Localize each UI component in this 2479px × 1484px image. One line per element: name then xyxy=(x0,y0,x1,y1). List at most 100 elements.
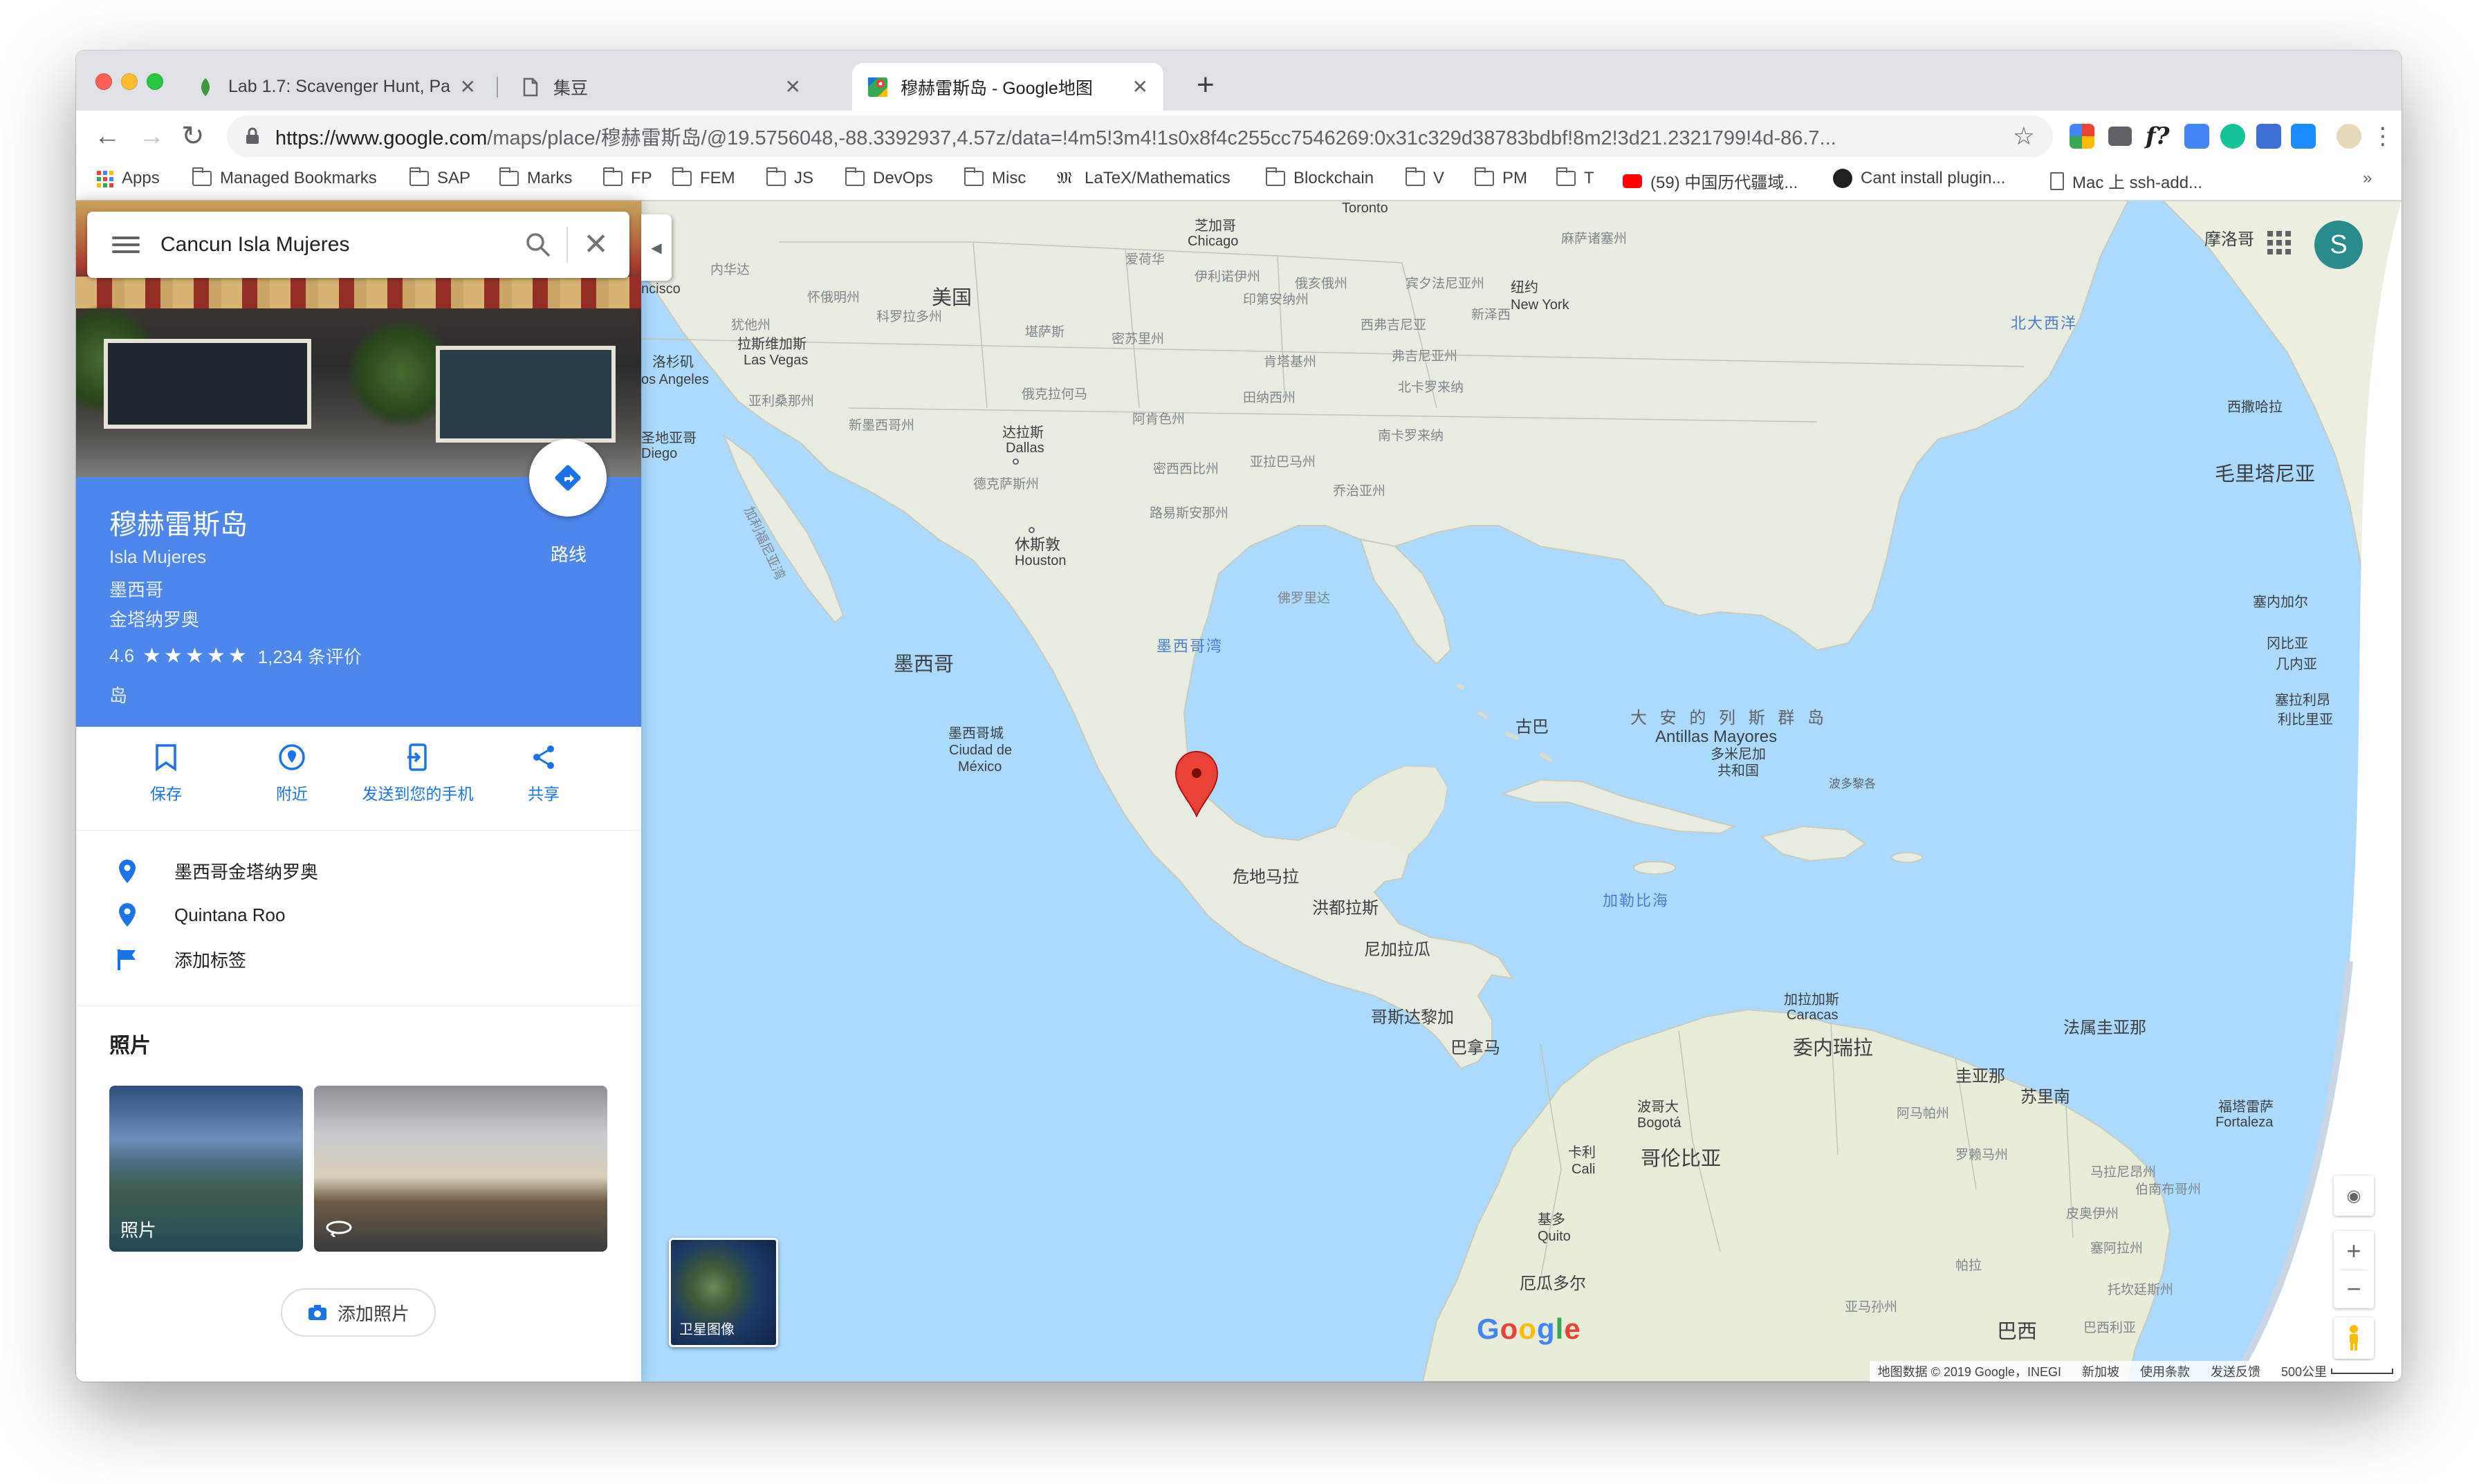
search-icon[interactable] xyxy=(525,232,551,258)
map-label-maranhao[interactable]: 马拉尼昂州 xyxy=(2090,1165,2156,1180)
city-dot-dallas[interactable] xyxy=(1013,458,1019,465)
photo-thumbnail[interactable]: 照片 xyxy=(109,1086,303,1252)
reload-button[interactable]: ↻ xyxy=(181,119,205,154)
map-label-amazonas[interactable]: 亚马孙州 xyxy=(1845,1300,1897,1315)
maximize-window-button[interactable] xyxy=(147,73,163,90)
map-label-suriname[interactable]: 苏里南 xyxy=(2020,1088,2070,1107)
map-label-venezuela[interactable]: 委内瑞拉 xyxy=(1793,1037,1873,1060)
map-label-northcarolina[interactable]: 北卡罗来纳 xyxy=(1398,380,1464,396)
search-input[interactable]: Cancun Isla Mujeres xyxy=(160,233,525,257)
map-label-tennessee[interactable]: 田纳西州 xyxy=(1243,391,1296,406)
photo-360-thumbnail[interactable] xyxy=(314,1086,607,1252)
map-label-para[interactable]: 帕拉 xyxy=(1955,1259,1982,1274)
map-label-newyork[interactable]: New York xyxy=(1511,297,1569,313)
bookmark-js[interactable]: JS xyxy=(766,167,813,188)
map-label-newmexico[interactable]: 新墨西哥州 xyxy=(849,418,914,434)
map-label-mexicocity-cn[interactable]: 墨西哥城 xyxy=(948,726,1004,742)
map-label-arizona[interactable]: 亚利桑那州 xyxy=(748,394,814,409)
map-label-mexicocity[interactable]: Ciudad de xyxy=(949,743,1012,759)
map-label-caracas[interactable]: Caracas xyxy=(1787,1008,1838,1023)
map-label-cali[interactable]: Cali xyxy=(1572,1162,1595,1178)
dictionary-extension-icon[interactable] xyxy=(2291,124,2316,149)
map-label-arkansas[interactable]: 阿肯色州 xyxy=(1132,412,1185,427)
bookmark-latex[interactable]: 𝔐 LaTeX/Mathematics xyxy=(1057,169,1231,188)
map-label-caracas-cn[interactable]: 加拉加斯 xyxy=(1784,992,1839,1008)
bookmark-blockchain[interactable]: Blockchain xyxy=(1266,167,1374,188)
camera-extension-icon[interactable] xyxy=(2108,127,2132,146)
map-label-massachusetts[interactable]: 麻萨诸塞州 xyxy=(1561,232,1627,247)
map-label-ecuador[interactable]: 厄瓜多尔 xyxy=(1520,1274,1586,1294)
map-label-mexico[interactable]: 墨西哥 xyxy=(894,653,954,676)
map-label-bogota-cn[interactable]: 波哥大 xyxy=(1637,1100,1679,1115)
bookmark-github[interactable]: Cant install plugin... xyxy=(1833,169,2005,188)
map-label-iowa[interactable]: 爱荷华 xyxy=(1125,252,1165,268)
map-label-chicago[interactable]: Chicago xyxy=(1188,234,1238,250)
map-label-roraima[interactable]: 罗赖马州 xyxy=(1955,1148,2008,1163)
map-label-fortaleza-cn[interactable]: 福塔雷萨 xyxy=(2218,1100,2274,1115)
map-label-oklahoma[interactable]: 俄克拉何马 xyxy=(1022,387,1087,402)
map-label-westvirginia[interactable]: 西弗吉尼亚 xyxy=(1361,318,1426,333)
map-label-dallas-cn[interactable]: 达拉斯 xyxy=(1002,425,1044,441)
bookmark-managed[interactable]: Managed Bookmarks xyxy=(192,167,377,188)
bookmark-pm[interactable]: PM xyxy=(1475,167,1527,188)
zoom-out-button[interactable]: − xyxy=(2340,1269,2368,1308)
detail-address[interactable]: 墨西哥金塔纳罗奥 xyxy=(115,858,318,884)
map-label-bogota[interactable]: Bogotá xyxy=(1637,1115,1681,1131)
map-label-amapa[interactable]: 阿马帕州 xyxy=(1897,1106,1949,1122)
bookmark-v[interactable]: V xyxy=(1406,167,1444,188)
bookmark-star-icon[interactable]: ☆ xyxy=(2013,122,2035,151)
map-label-dallas[interactable]: Dallas xyxy=(1006,440,1044,456)
map-label-senegal[interactable]: 塞内加尔 xyxy=(2253,595,2308,611)
tab-jidou[interactable]: 集豆 ✕ xyxy=(505,63,816,111)
send-to-phone-button[interactable]: 发送到您的手机 xyxy=(349,743,487,804)
map-label-mississippi[interactable]: 密西西比州 xyxy=(1153,462,1219,477)
directions-label[interactable]: 路线 xyxy=(551,541,587,566)
map-label-panama[interactable]: 巴拿马 xyxy=(1450,1039,1500,1058)
my-location-button[interactable]: ◉ xyxy=(2334,1176,2374,1216)
save-button[interactable]: 保存 xyxy=(97,743,235,804)
map-label-georgia[interactable]: 乔治亚州 xyxy=(1333,484,1385,499)
close-window-button[interactable] xyxy=(95,73,112,90)
menu-kebab-icon[interactable]: ⋮ xyxy=(2371,119,2395,154)
translate-extension-icon[interactable] xyxy=(2184,124,2209,149)
map-label-missouri[interactable]: 密苏里州 xyxy=(1112,332,1164,347)
map-label-chicago-cn[interactable]: 芝加哥 xyxy=(1195,219,1236,234)
map-label-wyoming[interactable]: 怀俄明州 xyxy=(807,290,860,306)
bookmarks-overflow-button[interactable]: » xyxy=(2363,169,2372,188)
place-category[interactable]: 岛 xyxy=(109,682,127,707)
minimize-window-button[interactable] xyxy=(121,73,138,90)
map-label-pennsylvania[interactable]: 宾夕法尼亚州 xyxy=(1406,277,1484,292)
map-label-illinois[interactable]: 伊利诺伊州 xyxy=(1195,270,1260,285)
map-label-toronto[interactable]: Toronto xyxy=(1342,201,1388,216)
google-apps-icon[interactable] xyxy=(2267,231,2291,254)
map-label-sandiego[interactable]: Diego xyxy=(641,446,677,462)
zoom-in-button[interactable]: + xyxy=(2346,1232,2361,1270)
pegman-icon[interactable] xyxy=(2334,1317,2374,1359)
map-label-la[interactable]: os Angeles xyxy=(641,372,709,388)
map-label-acre[interactable]: 巴西利亚 xyxy=(2083,1321,2136,1336)
map-label-cali-cn[interactable]: 卡利 xyxy=(1568,1145,1596,1161)
map-label-colorado[interactable]: 科罗拉多州 xyxy=(876,310,942,325)
bookmark-fem[interactable]: FEM xyxy=(672,167,735,188)
map-label-morocco[interactable]: 摩洛哥 xyxy=(2204,230,2254,250)
map-label-sierra-leone[interactable]: 塞拉利昂 xyxy=(2275,693,2330,709)
profile-extension-icon[interactable] xyxy=(2337,124,2361,149)
map-label-guyana[interactable]: 圭亚那 xyxy=(1955,1067,2005,1086)
map-label-utah[interactable]: 犹他州 xyxy=(731,318,771,333)
back-button[interactable]: ← xyxy=(94,119,120,154)
directions-button[interactable] xyxy=(529,439,607,517)
map-label-mauritania[interactable]: 毛里塔尼亚 xyxy=(2215,463,2315,486)
map-label-indiana[interactable]: 印第安纳州 xyxy=(1243,293,1309,308)
satellite-toggle[interactable]: 卫星图像 xyxy=(669,1238,778,1347)
map-label-houston-cn[interactable]: 休斯敦 xyxy=(1015,536,1060,553)
scale-bar[interactable]: 500公里 xyxy=(2281,1362,2393,1380)
formula-extension-icon[interactable]: f? xyxy=(2146,124,2171,149)
bookmark-ssh[interactable]: Mac 上 ssh-add... xyxy=(2050,169,2202,193)
add-photo-button[interactable]: 添加照片 xyxy=(281,1288,436,1337)
account-avatar[interactable]: S xyxy=(2314,221,2363,269)
map-label-newjersey[interactable]: 新泽西 xyxy=(1471,308,1511,323)
map-label-fortaleza[interactable]: Fortaleza xyxy=(2215,1115,2273,1131)
map-label-newyork-cn[interactable]: 纽约 xyxy=(1511,280,1538,296)
map-label-guatemala[interactable]: 危地马拉 xyxy=(1233,868,1299,887)
close-tab-icon[interactable]: ✕ xyxy=(460,75,476,98)
